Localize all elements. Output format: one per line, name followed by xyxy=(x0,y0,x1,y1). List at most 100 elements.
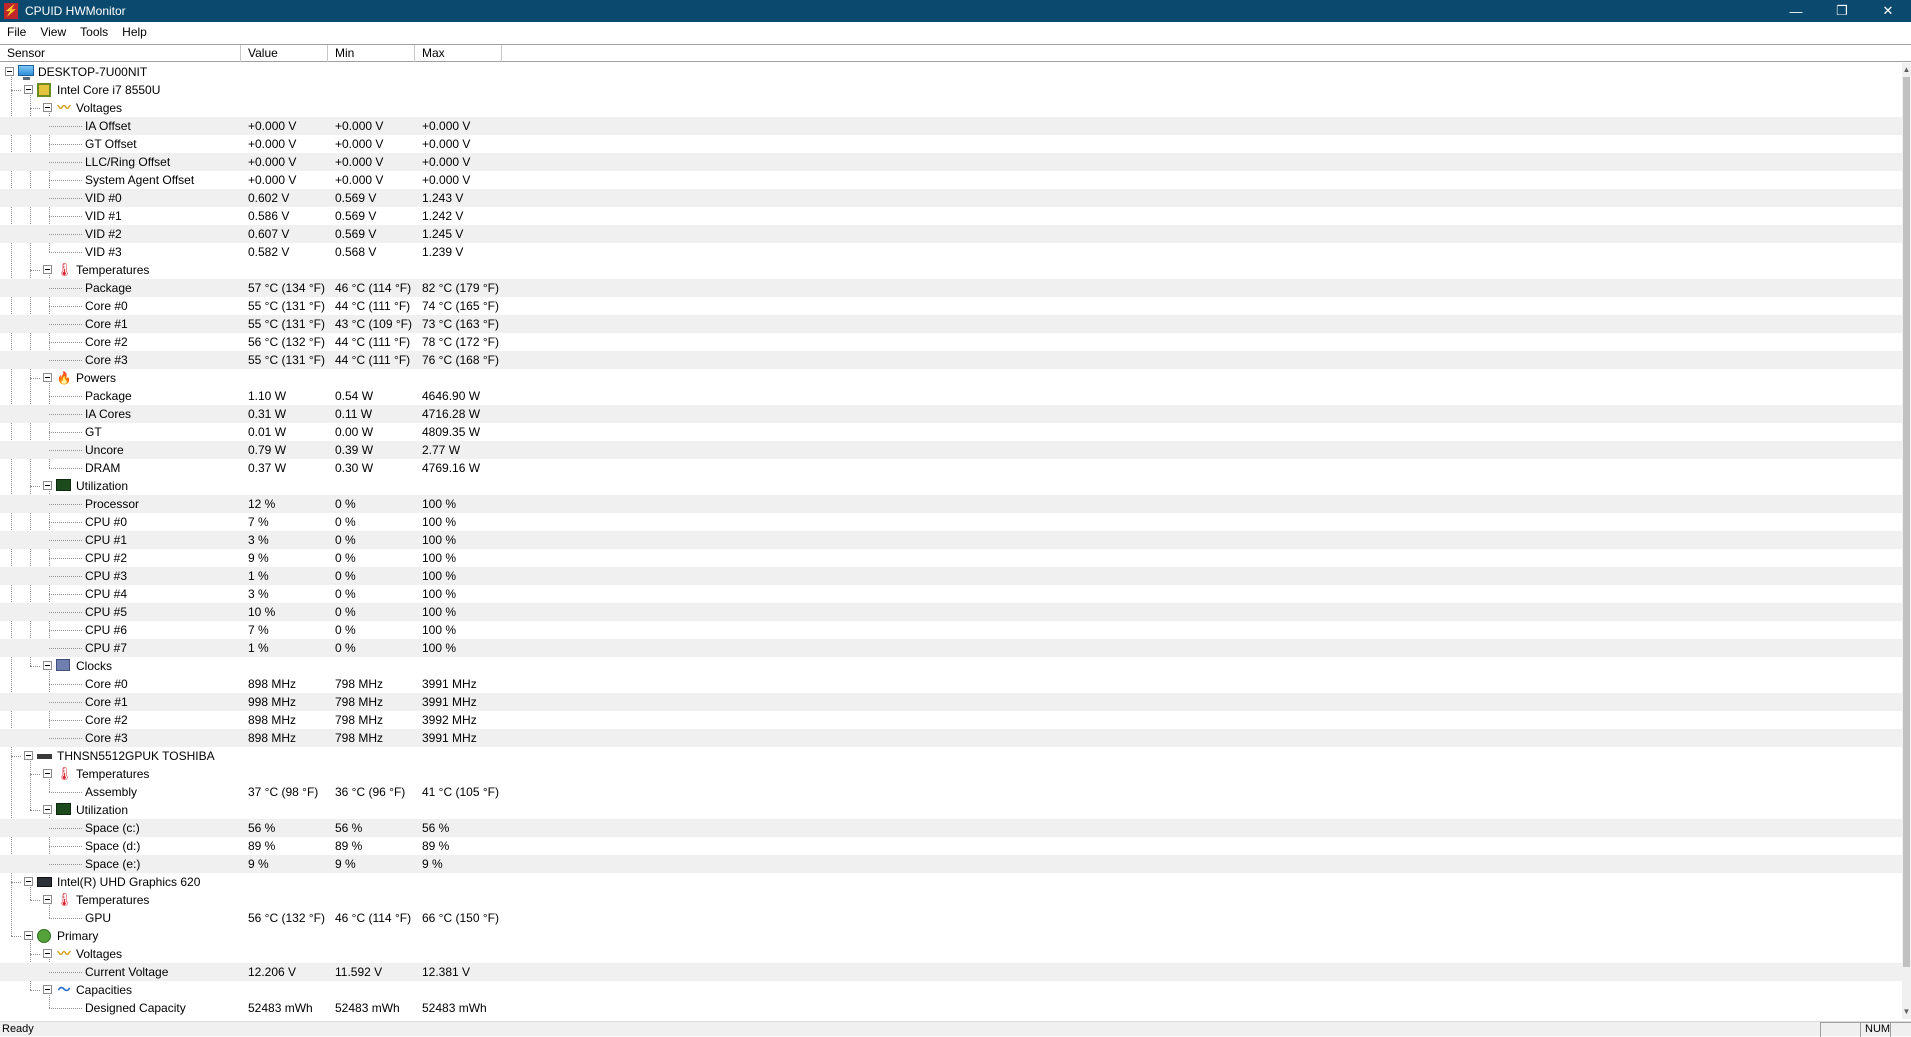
scrollbar-thumb[interactable] xyxy=(1903,77,1910,967)
sensor-row[interactable]: Core #3 898 MHz 798 MHz 3991 MHz xyxy=(0,729,1902,747)
sensor-row[interactable]: Core #1 55 °C (131 °F) 43 °C (109 °F) 73 °C… xyxy=(0,315,1902,333)
sensor-row[interactable]: Core #0 898 MHz 798 MHz 3991 MHz xyxy=(0,675,1902,693)
collapse-toggle-icon[interactable] xyxy=(43,769,52,778)
sensor-max: 1.239 V xyxy=(422,245,464,259)
collapse-toggle-icon[interactable] xyxy=(43,985,52,994)
tree-node[interactable]: THNSN5512GPUK TOSHIBA xyxy=(0,747,1902,765)
sensor-row[interactable]: Space (c:) 56 % 56 % 56 % xyxy=(0,819,1902,837)
collapse-toggle-icon[interactable] xyxy=(24,931,33,940)
close-button[interactable]: ✕ xyxy=(1865,0,1911,22)
tree-node[interactable]: 🌡 Temperatures xyxy=(0,261,1902,279)
sensor-row[interactable]: Core #1 998 MHz 798 MHz 3991 MHz xyxy=(0,693,1902,711)
collapse-toggle-icon[interactable] xyxy=(43,481,52,490)
sensor-row[interactable]: CPU #2 9 % 0 % 100 % xyxy=(0,549,1902,567)
sensor-value: 0.582 V xyxy=(248,245,290,259)
tree-node[interactable]: 〜 Capacities xyxy=(0,981,1902,999)
sensor-row[interactable]: LLC/Ring Offset +0.000 V +0.000 V +0.000 V xyxy=(0,153,1902,171)
collapse-toggle-icon[interactable] xyxy=(43,895,52,904)
minimize-button[interactable]: — xyxy=(1773,0,1819,22)
sensor-row[interactable]: Package 1.10 W 0.54 W 4646.90 W xyxy=(0,387,1902,405)
sensor-row[interactable]: Processor 12 % 0 % 100 % xyxy=(0,495,1902,513)
sensor-row[interactable]: CPU #4 3 % 0 % 100 % xyxy=(0,585,1902,603)
tree-node[interactable]: Intel(R) UHD Graphics 620 xyxy=(0,873,1902,891)
collapse-toggle-icon[interactable] xyxy=(5,67,14,76)
sensor-row[interactable]: GT 0.01 W 0.00 W 4809.35 W xyxy=(0,423,1902,441)
sensor-min: 36 °C (96 °F) xyxy=(335,785,406,799)
node-label: THNSN5512GPUK TOSHIBA xyxy=(57,749,215,763)
column-header-value[interactable]: Value xyxy=(241,45,328,62)
sensor-row[interactable]: Core #3 55 °C (131 °F) 44 °C (111 °F) 76 °C… xyxy=(0,351,1902,369)
sensor-value: 12 % xyxy=(248,497,276,511)
sensor-row[interactable]: Space (d:) 89 % 89 % 89 % xyxy=(0,837,1902,855)
sensor-row[interactable]: DRAM 0.37 W 0.30 W 4769.16 W xyxy=(0,459,1902,477)
collapse-toggle-icon[interactable] xyxy=(43,949,52,958)
collapse-toggle-icon[interactable] xyxy=(24,877,33,886)
sensor-value: 55 °C (131 °F) xyxy=(248,317,325,331)
collapse-toggle-icon[interactable] xyxy=(43,373,52,382)
sensor-row[interactable]: Designed Capacity 52483 mWh 52483 mWh 52483… xyxy=(0,999,1902,1017)
tree-node[interactable]: 🌡 Temperatures xyxy=(0,765,1902,783)
sensor-min: +0.000 V xyxy=(335,119,384,133)
collapse-toggle-icon[interactable] xyxy=(43,661,52,670)
sensor-row[interactable]: CPU #7 1 % 0 % 100 % xyxy=(0,639,1902,657)
tree-node[interactable]: Utilization xyxy=(0,801,1902,819)
sensor-row[interactable]: VID #2 0.607 V 0.569 V 1.245 V xyxy=(0,225,1902,243)
collapse-toggle-icon[interactable] xyxy=(24,751,33,760)
sensor-row[interactable]: CPU #1 3 % 0 % 100 % xyxy=(0,531,1902,549)
tree-node[interactable]: Primary xyxy=(0,927,1902,945)
collapse-toggle-icon[interactable] xyxy=(43,265,52,274)
sensor-row[interactable]: CPU #6 7 % 0 % 100 % xyxy=(0,621,1902,639)
menu-view[interactable]: View xyxy=(33,25,73,39)
tree-connector xyxy=(49,720,82,721)
sensor-min: 798 MHz xyxy=(335,713,384,727)
sensor-row[interactable]: Core #2 898 MHz 798 MHz 3992 MHz xyxy=(0,711,1902,729)
column-header-sensor[interactable]: Sensor xyxy=(0,45,241,62)
column-header-min[interactable]: Min xyxy=(328,45,415,62)
sensor-row[interactable]: VID #3 0.582 V 0.568 V 1.239 V xyxy=(0,243,1902,261)
tree-node[interactable]: 〰 Voltages xyxy=(0,945,1902,963)
scroll-up-icon[interactable]: ▲ xyxy=(1902,65,1911,75)
sensor-row[interactable]: CPU #5 10 % 0 % 100 % xyxy=(0,603,1902,621)
sensor-row[interactable]: Core #2 56 °C (132 °F) 44 °C (111 °F) 78 °C… xyxy=(0,333,1902,351)
menu-file[interactable]: File xyxy=(0,25,33,39)
menu-help[interactable]: Help xyxy=(115,25,154,39)
tree-node[interactable]: Intel Core i7 8550U xyxy=(0,81,1902,99)
sensor-row[interactable]: IA Cores 0.31 W 0.11 W 4716.28 W xyxy=(0,405,1902,423)
collapse-toggle-icon[interactable] xyxy=(24,85,33,94)
scroll-down-icon[interactable]: ▼ xyxy=(1902,1007,1911,1017)
sensor-value: 9 % xyxy=(248,551,269,565)
restore-button[interactable]: ❐ xyxy=(1819,0,1865,22)
tree-node[interactable]: Clocks xyxy=(0,657,1902,675)
tree-node[interactable]: DESKTOP-7U00NIT xyxy=(0,63,1902,81)
collapse-toggle-icon[interactable] xyxy=(43,805,52,814)
tree-node[interactable]: 🌡 Temperatures xyxy=(0,891,1902,909)
collapse-toggle-icon[interactable] xyxy=(43,103,52,112)
sensor-row[interactable]: GPU 56 °C (132 °F) 46 °C (114 °F) 66 °C (15… xyxy=(0,909,1902,927)
tree-node[interactable]: 〰 Voltages xyxy=(0,99,1902,117)
sensor-row[interactable]: Core #0 55 °C (131 °F) 44 °C (111 °F) 74 °C… xyxy=(0,297,1902,315)
sensor-name: Core #0 xyxy=(85,299,128,313)
column-header-max[interactable]: Max xyxy=(415,45,502,62)
sensor-row[interactable]: VID #0 0.602 V 0.569 V 1.243 V xyxy=(0,189,1902,207)
tree-node[interactable]: 🔥 Powers xyxy=(0,369,1902,387)
sensor-row[interactable]: CPU #3 1 % 0 % 100 % xyxy=(0,567,1902,585)
sensor-row[interactable]: Package 57 °C (134 °F) 46 °C (114 °F) 82 °C… xyxy=(0,279,1902,297)
sensor-row[interactable]: CPU #0 7 % 0 % 100 % xyxy=(0,513,1902,531)
vertical-scrollbar[interactable]: ▲ ▼ xyxy=(1902,63,1911,1019)
sensor-row[interactable]: GT Offset +0.000 V +0.000 V +0.000 V xyxy=(0,135,1902,153)
node-label: Voltages xyxy=(76,101,123,115)
sensor-max: 74 °C (165 °F) xyxy=(422,299,499,313)
sensor-row[interactable]: VID #1 0.586 V 0.569 V 1.242 V xyxy=(0,207,1902,225)
sensor-row[interactable]: Space (e:) 9 % 9 % 9 % xyxy=(0,855,1902,873)
sensor-min: 0.569 V xyxy=(335,191,377,205)
sensor-row[interactable]: Current Voltage 12.206 V 11.592 V 12.381 V xyxy=(0,963,1902,981)
sensor-row[interactable]: Assembly 37 °C (98 °F) 36 °C (96 °F) 41 °C … xyxy=(0,783,1902,801)
tree-node[interactable]: Utilization xyxy=(0,477,1902,495)
sensor-value: 0.37 W xyxy=(248,461,287,475)
sensor-row[interactable]: Uncore 0.79 W 0.39 W 2.77 W xyxy=(0,441,1902,459)
sensor-tree[interactable]: DESKTOP-7U00NIT Intel Core i7 8550U 〰 Volta… xyxy=(0,63,1902,1019)
tree-connector xyxy=(30,774,40,775)
menu-tools[interactable]: Tools xyxy=(73,25,115,39)
sensor-row[interactable]: System Agent Offset +0.000 V +0.000 V +0.00… xyxy=(0,171,1902,189)
sensor-row[interactable]: IA Offset +0.000 V +0.000 V +0.000 V xyxy=(0,117,1902,135)
